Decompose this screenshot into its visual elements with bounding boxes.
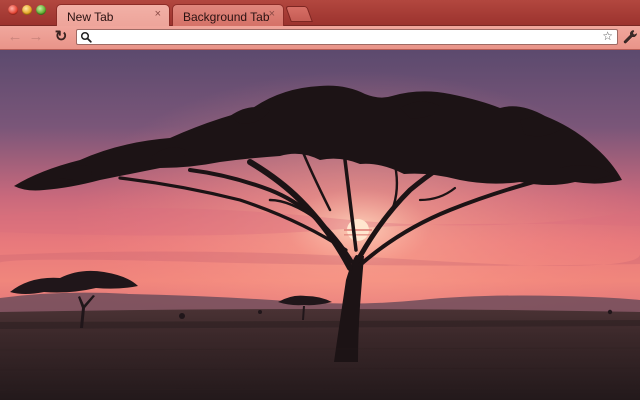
tab-close-icon[interactable]: × [269, 8, 275, 20]
window-close-button[interactable] [8, 5, 18, 15]
tab-label: New Tab [67, 10, 114, 24]
omnibox[interactable]: ☆ [76, 29, 618, 45]
new-tab-button[interactable] [285, 6, 313, 22]
tab-background-tab[interactable]: Background Tab × [172, 4, 284, 26]
search-icon [80, 31, 92, 43]
tab-strip: New Tab × Background Tab × [0, 0, 640, 26]
theme-background-image [0, 50, 640, 400]
bookmark-star-icon[interactable]: ☆ [602, 29, 613, 43]
window-maximize-button[interactable] [36, 5, 46, 15]
back-arrow-icon[interactable]: ← [6, 28, 24, 46]
toolbar: ← → ↻ ☆ [0, 26, 640, 50]
reload-icon[interactable]: ↻ [52, 28, 70, 46]
wrench-icon[interactable] [622, 29, 638, 45]
browser-window: New Tab × Background Tab × ← → ↻ ☆ [0, 0, 640, 400]
forward-arrow-icon[interactable]: → [27, 28, 45, 46]
tab-close-icon[interactable]: × [155, 8, 161, 20]
tab-label: Background Tab [183, 10, 270, 24]
new-tab-page [0, 50, 640, 400]
omnibox-input[interactable] [95, 30, 595, 44]
tab-new-tab[interactable]: New Tab × [56, 4, 170, 26]
window-minimize-button[interactable] [22, 5, 32, 15]
